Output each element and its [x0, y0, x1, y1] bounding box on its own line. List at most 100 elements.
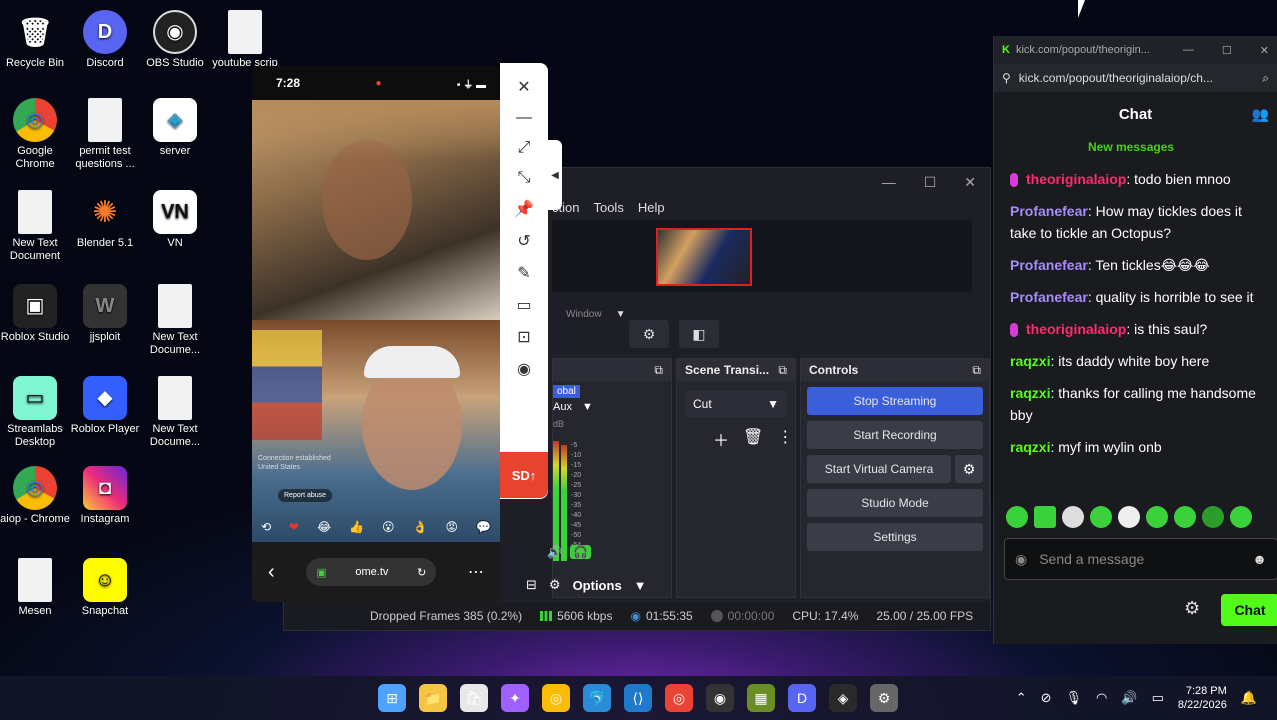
chrome-icon[interactable]: ◎	[542, 684, 570, 712]
desktop-icon-new-text-document[interactable]: New Text Document	[0, 190, 70, 263]
sd-quality-button[interactable]: SD↑	[500, 452, 548, 498]
settings-cog-icon[interactable]: ⚙	[549, 577, 561, 593]
network-off-icon[interactable]: ⊘	[1041, 690, 1052, 706]
desktop-icon-new-text-document-2[interactable]: New Text Docume...	[140, 284, 210, 357]
reaction-icon[interactable]: 😮	[382, 520, 395, 534]
obs-preview[interactable]	[552, 220, 972, 292]
desktop-icon-instagram[interactable]: ◘ Instagram	[70, 466, 140, 526]
desktop-icon-aiop-chrome[interactable]: ◎ aiop - Chrome	[0, 466, 70, 526]
back-icon[interactable]: ‹	[268, 561, 275, 584]
microphone-icon[interactable]: 🎙	[1066, 690, 1083, 706]
clock[interactable]: 7:28 PM 8/22/2026	[1178, 684, 1227, 712]
obs-icon[interactable]: ◉	[706, 684, 734, 712]
notification-icon[interactable]: 🔔	[1241, 690, 1257, 706]
reload-icon[interactable]: ↻	[417, 566, 426, 579]
close-icon[interactable]: ✕	[517, 77, 530, 97]
preview-source-thumbnail[interactable]	[656, 228, 752, 286]
record-icon[interactable]: ◉	[517, 359, 531, 379]
popout-icon[interactable]: ⧉	[972, 363, 981, 377]
emote-icon[interactable]	[1034, 506, 1056, 528]
desktop-icon-mesen[interactable]: Mesen	[0, 558, 70, 618]
emote-icon[interactable]	[1006, 506, 1028, 528]
menu-item-help[interactable]: Help	[638, 200, 665, 215]
wifi-icon[interactable]: ◠	[1096, 690, 1107, 706]
chevron-down-icon[interactable]: ▼	[634, 578, 647, 593]
chrome-icon[interactable]: ◎	[665, 684, 693, 712]
add-icon[interactable]: ＋	[713, 427, 729, 451]
reaction-icon[interactable]: ⟲	[261, 520, 271, 534]
speaker-icon[interactable]: 🔊	[547, 545, 562, 559]
chat-username[interactable]: Profanefear	[1010, 289, 1088, 305]
store-icon[interactable]: 🛍	[460, 684, 488, 712]
studio-mode-button[interactable]: Studio Mode	[807, 489, 983, 517]
pin-icon[interactable]: 📌	[514, 199, 534, 219]
start-icon[interactable]: ⊞	[378, 684, 406, 712]
minimize-icon[interactable]: —	[1183, 44, 1194, 57]
emote-icon[interactable]	[1202, 506, 1224, 528]
desktop-icon-server[interactable]: ◈ server	[140, 98, 210, 158]
file-explorer-icon[interactable]: 📁	[419, 684, 447, 712]
more-vertical-icon[interactable]: ⋮	[777, 427, 793, 451]
volume-icon[interactable]: 🔊	[1121, 690, 1137, 706]
reaction-icon[interactable]: 👌	[413, 520, 428, 534]
chat-username[interactable]: raqzxi	[1010, 439, 1050, 455]
reaction-icon[interactable]: 😡	[445, 520, 458, 534]
pen-icon[interactable]: ✎	[517, 263, 530, 283]
desktop-icon-obs[interactable]: ◉ OBS Studio	[140, 10, 210, 70]
popout-icon[interactable]: ⧉	[778, 363, 787, 377]
settings-button[interactable]: Settings	[807, 523, 983, 551]
settings-icon[interactable]: ⚙	[870, 684, 898, 712]
reaction-icon[interactable]: 💬	[476, 520, 491, 534]
fit-screen-icon[interactable]: ⤢	[518, 139, 531, 157]
edge-icon[interactable]: 🐬	[583, 684, 611, 712]
emote-icon[interactable]	[1174, 506, 1196, 528]
minimize-icon[interactable]: —	[882, 174, 896, 190]
emote-icon[interactable]	[1230, 506, 1252, 528]
copilot-icon[interactable]: ✦	[501, 684, 529, 712]
new-messages-banner[interactable]: New messages	[1088, 140, 1174, 154]
chevron-up-icon[interactable]: ⌃	[1016, 690, 1027, 706]
desktop-icon-snapchat[interactable]: ☺ Snapchat	[70, 558, 140, 618]
vscode-icon[interactable]: ⟨⟩	[624, 684, 652, 712]
chevron-down-icon[interactable]: ▼	[582, 401, 593, 413]
transition-select[interactable]: Cut ▼	[685, 391, 787, 417]
desktop-icon-streamlabs[interactable]: ▭ Streamlabs Desktop	[0, 376, 70, 449]
chat-username[interactable]: raqzxi	[1010, 385, 1050, 401]
source-selector[interactable]: Window ▼	[552, 297, 972, 331]
desktop-icon-recycle-bin[interactable]: 🗑 Recycle Bin	[0, 10, 70, 70]
desktop-icon-discord[interactable]: D Discord	[70, 10, 140, 70]
desktop-icon-youtube-script[interactable]: youtube scrip	[210, 10, 280, 70]
phone-mirror-window[interactable]: 7:28 ● • ⏚ ▬ Connection established Unit…	[252, 66, 500, 602]
desktop-icon-permit-test[interactable]: permit test questions ...	[70, 98, 140, 171]
report-abuse-button[interactable]: Report abuse	[278, 489, 333, 502]
emoji-icon[interactable]: ☻	[1252, 551, 1267, 567]
source-properties-button[interactable]: ⚙	[629, 320, 669, 348]
chat-username[interactable]: theoriginalaiop	[1026, 171, 1126, 187]
close-icon[interactable]: ✕	[1260, 44, 1269, 57]
url-bar[interactable]: ▣ ome.tv ↻	[306, 558, 437, 586]
chat-username[interactable]: theoriginalaiop	[1026, 321, 1126, 337]
battery-icon[interactable]: ▭	[1152, 690, 1164, 706]
maximize-icon[interactable]: ☐	[924, 174, 937, 191]
streamlabs-icon[interactable]: ◈	[829, 684, 857, 712]
desktop-icon-roblox-studio[interactable]: ▣ Roblox Studio	[0, 284, 70, 344]
close-icon[interactable]: ✕	[964, 174, 976, 191]
emote-icon[interactable]	[1118, 506, 1140, 528]
chat-username[interactable]: Profanefear	[1010, 203, 1088, 219]
source-filters-button[interactable]: ◧	[679, 320, 719, 348]
chat-address-bar[interactable]: ⚲ kick.com/popout/theoriginalaiop/ch... …	[994, 64, 1277, 92]
desktop-icon-new-text-document-3[interactable]: New Text Docume...	[140, 376, 210, 449]
rotate-icon[interactable]: ↺	[517, 231, 530, 251]
desktop-icon-chrome[interactable]: ◎ Google Chrome	[0, 98, 70, 171]
fullscreen-icon[interactable]: ⤡	[518, 169, 531, 187]
emote-icon[interactable]	[1146, 506, 1168, 528]
reaction-icon[interactable]: ❤	[289, 520, 299, 534]
users-icon[interactable]: 👥	[1252, 106, 1269, 123]
window-icon[interactable]: ▭	[516, 295, 531, 315]
collapse-toolbar-button[interactable]: ◀	[548, 140, 562, 210]
crop-icon[interactable]: ⊡	[517, 327, 530, 347]
start-virtual-camera-button[interactable]: Start Virtual Camera	[807, 455, 951, 483]
desktop-icon-vn[interactable]: VN VN	[140, 190, 210, 250]
popout-icon[interactable]: ⧉	[654, 363, 663, 377]
options-button[interactable]: Options	[573, 578, 622, 593]
